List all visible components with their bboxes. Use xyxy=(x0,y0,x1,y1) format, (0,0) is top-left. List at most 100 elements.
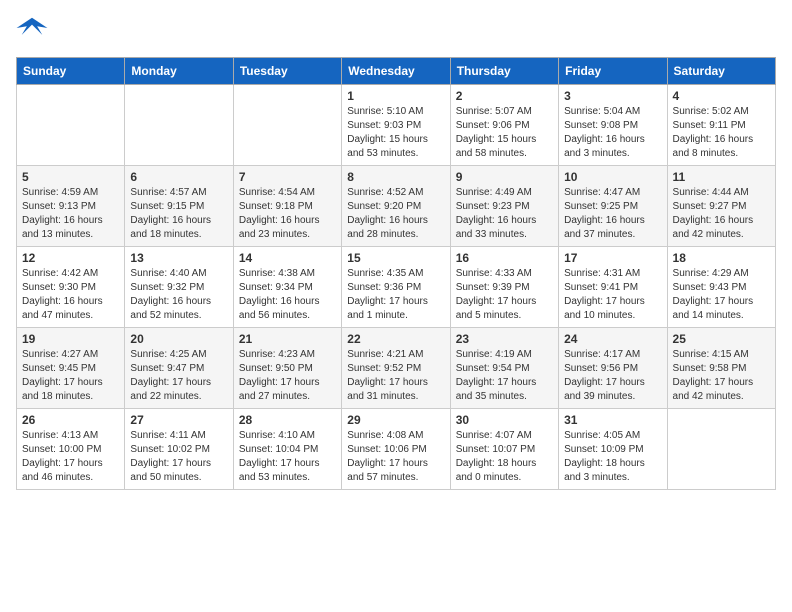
calendar-cell: 14Sunrise: 4:38 AMSunset: 9:34 PMDayligh… xyxy=(233,247,341,328)
day-number: 22 xyxy=(347,332,444,346)
day-info: Sunrise: 4:25 AMSunset: 9:47 PMDaylight:… xyxy=(130,348,227,404)
day-number: 23 xyxy=(456,332,553,346)
calendar-cell: 23 Sunrise: 4:19 AMSunset: 9:54 PMDayligh… xyxy=(450,328,558,409)
day-info: Sunrise: 4:13 AMSunset: 10:00 PMDaylight… xyxy=(22,429,119,485)
day-info: Sunrise: 4:42 AMSunset: 9:30 PMDaylight:… xyxy=(22,267,119,323)
day-number: 15 xyxy=(347,251,444,265)
day-info: Sunrise: 4:38 AMSunset: 9:34 PMDaylight:… xyxy=(239,267,336,323)
calendar-week-3: 12 Sunrise: 4:42 AMSunset: 9:30 PMDayligh… xyxy=(17,247,776,328)
day-info: Sunrise: 4:47 AMSunset: 9:25 PMDaylight:… xyxy=(564,186,661,242)
col-header-tuesday: Tuesday xyxy=(233,58,341,85)
calendar-cell: 6 Sunrise: 4:57 AMSunset: 9:15 PMDaylight… xyxy=(125,166,233,247)
day-info: Sunrise: 4:44 AMSunset: 9:27 PMDaylight:… xyxy=(673,186,770,242)
page-header xyxy=(16,16,776,45)
calendar-cell: 4 Sunrise: 5:02 AMSunset: 9:11 PMDaylight… xyxy=(667,85,775,166)
calendar-cell: 5 Sunrise: 4:59 AMSunset: 9:13 PMDaylight… xyxy=(17,166,125,247)
calendar-cell xyxy=(125,85,233,166)
calendar-week-4: 19 Sunrise: 4:27 AMSunset: 9:45 PMDayligh… xyxy=(17,328,776,409)
calendar-cell: 21Sunrise: 4:23 AMSunset: 9:50 PMDayligh… xyxy=(233,328,341,409)
day-info: Sunrise: 4:33 AMSunset: 9:39 PMDaylight:… xyxy=(456,267,553,323)
day-number: 24 xyxy=(564,332,661,346)
calendar-cell: 20 Sunrise: 4:25 AMSunset: 9:47 PMDayligh… xyxy=(125,328,233,409)
calendar-cell: 7 Sunrise: 4:54 AMSunset: 9:18 PMDaylight… xyxy=(233,166,341,247)
day-info: Sunrise: 4:54 AMSunset: 9:18 PMDaylight:… xyxy=(239,186,336,242)
calendar-cell: 31Sunrise: 4:05 AMSunset: 10:09 PMDaylig… xyxy=(559,409,667,490)
calendar-cell: 27 Sunrise: 4:11 AMSunset: 10:02 PMDaylig… xyxy=(125,409,233,490)
calendar-cell: 28 Sunrise: 4:10 AMSunset: 10:04 PMDaylig… xyxy=(233,409,341,490)
calendar-cell: 16 Sunrise: 4:33 AMSunset: 9:39 PMDayligh… xyxy=(450,247,558,328)
day-number: 2 xyxy=(456,89,553,103)
calendar-cell: 13Sunrise: 4:40 AMSunset: 9:32 PMDayligh… xyxy=(125,247,233,328)
day-info: Sunrise: 4:08 AMSunset: 10:06 PMDaylight… xyxy=(347,429,444,485)
day-info: Sunrise: 4:40 AMSunset: 9:32 PMDaylight:… xyxy=(130,267,227,323)
day-number: 10 xyxy=(564,170,661,184)
day-info: Sunrise: 4:52 AMSunset: 9:20 PMDaylight:… xyxy=(347,186,444,242)
calendar-cell: 12 Sunrise: 4:42 AMSunset: 9:30 PMDayligh… xyxy=(17,247,125,328)
day-number: 20 xyxy=(130,332,227,346)
col-header-friday: Friday xyxy=(559,58,667,85)
calendar-cell: 29 Sunrise: 4:08 AMSunset: 10:06 PMDaylig… xyxy=(342,409,450,490)
day-info: Sunrise: 4:35 AMSunset: 9:36 PMDaylight:… xyxy=(347,267,444,323)
day-info: Sunrise: 5:02 AMSunset: 9:11 PMDaylight:… xyxy=(673,105,770,161)
day-number: 18 xyxy=(673,251,770,265)
calendar-table: SundayMondayTuesdayWednesdayThursdayFrid… xyxy=(16,57,776,490)
calendar-cell: 17Sunrise: 4:31 AMSunset: 9:41 PMDayligh… xyxy=(559,247,667,328)
day-info: Sunrise: 4:57 AMSunset: 9:15 PMDaylight:… xyxy=(130,186,227,242)
day-number: 19 xyxy=(22,332,119,346)
calendar-week-5: 26Sunrise: 4:13 AMSunset: 10:00 PMDaylig… xyxy=(17,409,776,490)
day-number: 28 xyxy=(239,413,336,427)
day-info: Sunrise: 5:10 AMSunset: 9:03 PMDaylight:… xyxy=(347,105,444,161)
day-info: Sunrise: 4:05 AMSunset: 10:09 PMDaylight… xyxy=(564,429,661,485)
day-number: 9 xyxy=(456,170,553,184)
day-number: 11 xyxy=(673,170,770,184)
calendar-cell: 9Sunrise: 4:49 AMSunset: 9:23 PMDaylight… xyxy=(450,166,558,247)
day-number: 6 xyxy=(130,170,227,184)
day-info: Sunrise: 4:17 AMSunset: 9:56 PMDaylight:… xyxy=(564,348,661,404)
day-info: Sunrise: 4:19 AMSunset: 9:54 PMDaylight:… xyxy=(456,348,553,404)
day-info: Sunrise: 4:31 AMSunset: 9:41 PMDaylight:… xyxy=(564,267,661,323)
day-number: 16 xyxy=(456,251,553,265)
calendar-cell: 30 Sunrise: 4:07 AMSunset: 10:07 PMDaylig… xyxy=(450,409,558,490)
calendar-week-2: 5 Sunrise: 4:59 AMSunset: 9:13 PMDaylight… xyxy=(17,166,776,247)
col-header-wednesday: Wednesday xyxy=(342,58,450,85)
calendar-cell: 22 Sunrise: 4:21 AMSunset: 9:52 PMDayligh… xyxy=(342,328,450,409)
calendar-cell: 18 Sunrise: 4:29 AMSunset: 9:43 PMDayligh… xyxy=(667,247,775,328)
day-info: Sunrise: 4:10 AMSunset: 10:04 PMDaylight… xyxy=(239,429,336,485)
calendar-cell: 10 Sunrise: 4:47 AMSunset: 9:25 PMDayligh… xyxy=(559,166,667,247)
day-number: 25 xyxy=(673,332,770,346)
col-header-saturday: Saturday xyxy=(667,58,775,85)
day-number: 29 xyxy=(347,413,444,427)
col-header-monday: Monday xyxy=(125,58,233,85)
day-number: 5 xyxy=(22,170,119,184)
logo xyxy=(16,16,52,45)
calendar-cell: 15 Sunrise: 4:35 AMSunset: 9:36 PMDayligh… xyxy=(342,247,450,328)
day-info: Sunrise: 4:15 AMSunset: 9:58 PMDaylight:… xyxy=(673,348,770,404)
day-number: 27 xyxy=(130,413,227,427)
calendar-week-1: 1 Sunrise: 5:10 AMSunset: 9:03 PMDaylight… xyxy=(17,85,776,166)
calendar-cell: 8 Sunrise: 4:52 AMSunset: 9:20 PMDaylight… xyxy=(342,166,450,247)
calendar-cell: 25 Sunrise: 4:15 AMSunset: 9:58 PMDayligh… xyxy=(667,328,775,409)
day-number: 4 xyxy=(673,89,770,103)
col-header-thursday: Thursday xyxy=(450,58,558,85)
day-info: Sunrise: 4:27 AMSunset: 9:45 PMDaylight:… xyxy=(22,348,119,404)
day-info: Sunrise: 4:59 AMSunset: 9:13 PMDaylight:… xyxy=(22,186,119,242)
calendar-cell xyxy=(17,85,125,166)
day-info: Sunrise: 5:04 AMSunset: 9:08 PMDaylight:… xyxy=(564,105,661,161)
day-info: Sunrise: 5:07 AMSunset: 9:06 PMDaylight:… xyxy=(456,105,553,161)
calendar-cell: 2 Sunrise: 5:07 AMSunset: 9:06 PMDaylight… xyxy=(450,85,558,166)
day-info: Sunrise: 4:11 AMSunset: 10:02 PMDaylight… xyxy=(130,429,227,485)
day-number: 1 xyxy=(347,89,444,103)
day-number: 12 xyxy=(22,251,119,265)
day-number: 3 xyxy=(564,89,661,103)
col-header-sunday: Sunday xyxy=(17,58,125,85)
day-number: 30 xyxy=(456,413,553,427)
calendar-cell: 3 Sunrise: 5:04 AMSunset: 9:08 PMDaylight… xyxy=(559,85,667,166)
calendar-cell: 24 Sunrise: 4:17 AMSunset: 9:56 PMDayligh… xyxy=(559,328,667,409)
day-info: Sunrise: 4:21 AMSunset: 9:52 PMDaylight:… xyxy=(347,348,444,404)
calendar-cell xyxy=(667,409,775,490)
day-info: Sunrise: 4:07 AMSunset: 10:07 PMDaylight… xyxy=(456,429,553,485)
day-number: 7 xyxy=(239,170,336,184)
day-number: 21 xyxy=(239,332,336,346)
day-number: 8 xyxy=(347,170,444,184)
day-info: Sunrise: 4:29 AMSunset: 9:43 PMDaylight:… xyxy=(673,267,770,323)
